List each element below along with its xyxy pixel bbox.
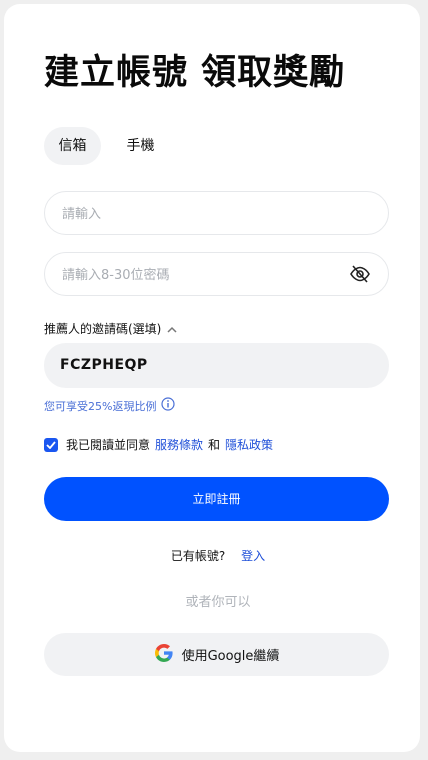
register-button[interactable]: 立即註冊 — [44, 477, 389, 521]
login-link[interactable]: 登入 — [241, 549, 265, 563]
page-title: 建立帳號 領取獎勵 — [44, 53, 346, 93]
info-icon[interactable] — [161, 397, 176, 414]
tab-email[interactable]: 信箱 — [44, 127, 101, 165]
email-input[interactable] — [60, 192, 334, 236]
login-prompt-text: 已有帳號? — [170, 549, 226, 563]
check-icon — [46, 440, 56, 449]
privacy-link[interactable]: 隱私政策 — [225, 436, 273, 453]
google-button-label: 使用Google繼續 — [181, 649, 280, 664]
terms-agreement: 我已閱讀並同意 服務條款 和 隱私政策 — [44, 436, 273, 453]
agree-checkbox[interactable] — [44, 437, 58, 452]
referral-code-field[interactable]: FCZPHEQP — [44, 343, 389, 388]
password-field — [44, 252, 389, 297]
agree-and-text: 和 — [208, 438, 221, 452]
login-prompt: 已有帳號? 登入 — [4, 547, 428, 564]
referral-toggle[interactable]: 推薦人的邀請碼(選填) — [44, 320, 177, 337]
google-icon — [154, 643, 174, 667]
terms-link[interactable]: 服務條款 — [155, 436, 203, 453]
chevron-up-icon — [167, 322, 177, 336]
or-divider-text: 或者你可以 — [185, 595, 251, 610]
referral-label: 推薦人的邀請碼(選填) — [44, 322, 162, 336]
google-signin-button[interactable]: 使用Google繼續 — [44, 633, 389, 676]
tab-phone[interactable]: 手機 — [112, 127, 169, 165]
password-input[interactable] — [60, 253, 334, 297]
referral-hint: 您可享受25%返現比例 — [44, 397, 176, 414]
referral-code-value: FCZPHEQP — [60, 357, 148, 373]
email-field — [44, 191, 389, 236]
agree-text: 我已閱讀並同意 — [66, 438, 151, 452]
eye-off-icon[interactable] — [349, 264, 371, 284]
signup-card: 建立帳號 領取獎勵 信箱 手機 推薦人的邀請碼(選填) FCZPHEQP 您可享… — [4, 4, 420, 752]
referral-hint-text: 您可享受25%返現比例 — [44, 399, 157, 413]
